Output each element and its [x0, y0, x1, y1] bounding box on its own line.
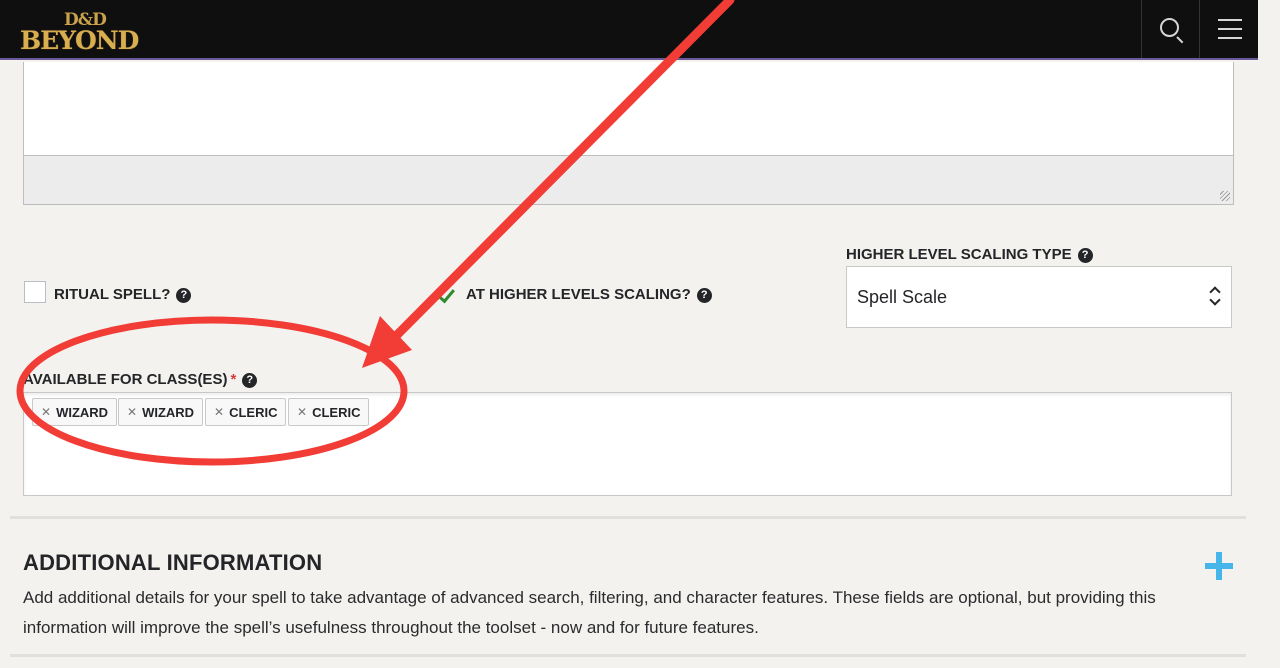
- resize-grip-icon[interactable]: [1220, 191, 1230, 201]
- class-tag-label: CLERIC: [229, 404, 278, 420]
- remove-tag-icon[interactable]: ✕: [297, 405, 307, 419]
- top-navigation-bar: D&D BEYOND: [0, 0, 1258, 60]
- section-divider: [10, 516, 1246, 519]
- required-marker: *: [230, 371, 237, 388]
- help-icon[interactable]: ?: [242, 373, 258, 388]
- higher-levels-scaling-label: AT HIGHER LEVELS SCALING??: [466, 286, 712, 303]
- help-icon[interactable]: ?: [1077, 248, 1093, 263]
- scaling-type-select[interactable]: Spell Scale: [846, 266, 1232, 328]
- ritual-spell-label: RITUAL SPELL??: [54, 286, 192, 303]
- class-tag-label: CLERIC: [312, 404, 361, 420]
- hamburger-menu-icon: [1218, 19, 1242, 39]
- ritual-spell-checkbox[interactable]: [24, 281, 46, 303]
- select-chevrons-icon: [1209, 285, 1221, 307]
- class-tag: ✕ WIZARD: [32, 398, 118, 426]
- remove-tag-icon[interactable]: ✕: [127, 405, 137, 419]
- remove-tag-icon[interactable]: ✕: [214, 405, 224, 419]
- logo-beyond-text: BEYOND: [20, 26, 139, 55]
- scaling-type-value: Spell Scale: [857, 287, 948, 307]
- textarea-footer: [23, 155, 1234, 205]
- description-textarea[interactable]: [23, 62, 1234, 156]
- class-tag-label: WIZARD: [56, 404, 109, 420]
- class-tag: ✕ CLERIC: [288, 398, 370, 426]
- remove-tag-icon[interactable]: ✕: [41, 405, 51, 419]
- help-icon[interactable]: ?: [176, 288, 192, 303]
- search-icon: [1160, 18, 1179, 37]
- menu-button[interactable]: [1199, 0, 1258, 58]
- classes-label: AVAILABLE FOR CLASS(ES) *?: [23, 371, 258, 388]
- help-icon[interactable]: ?: [696, 288, 712, 303]
- search-button[interactable]: [1141, 0, 1200, 58]
- higher-levels-checkbox-checkmark-icon[interactable]: [437, 284, 455, 304]
- class-tag-label: WIZARD: [142, 404, 195, 420]
- section-divider: [10, 654, 1246, 657]
- annotation-arrowhead: [362, 316, 412, 368]
- class-tag: ✕ WIZARD: [118, 398, 204, 426]
- additional-information-description: Add additional details for your spell to…: [23, 588, 1156, 637]
- classes-multiselect[interactable]: ✕ WIZARD ✕ WIZARD ✕ CLERIC ✕ CLERIC: [23, 392, 1232, 496]
- class-tag: ✕ CLERIC: [205, 398, 287, 426]
- scaling-type-label: HIGHER LEVEL SCALING TYPE?: [846, 246, 1093, 263]
- plus-icon[interactable]: [1205, 552, 1233, 580]
- dndbeyond-logo[interactable]: D&D BEYOND: [20, 8, 150, 55]
- additional-information-title[interactable]: ADDITIONAL INFORMATION: [23, 550, 322, 576]
